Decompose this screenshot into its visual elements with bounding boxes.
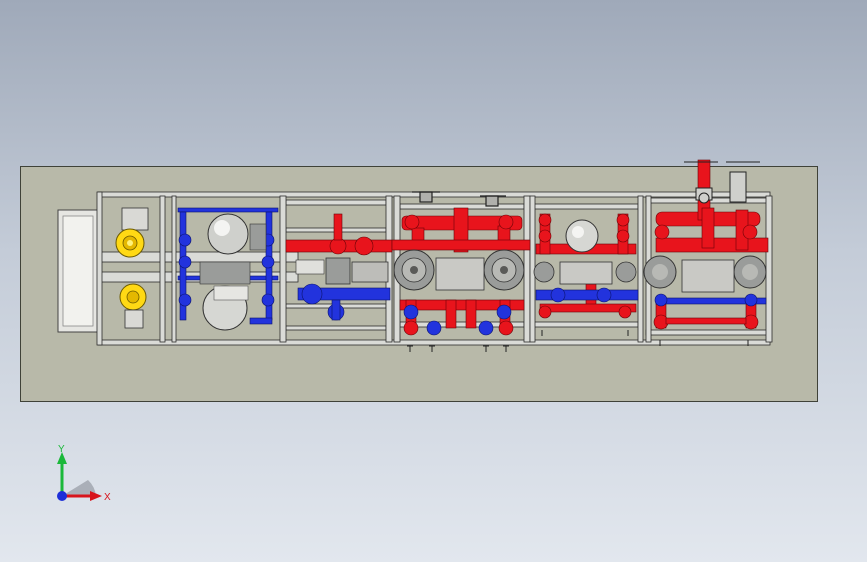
strainer-section3 (295, 257, 389, 285)
graphics-viewport[interactable]: Y X (0, 0, 867, 562)
cold-loop-section5 (535, 287, 639, 303)
main-pump-left (393, 249, 435, 291)
expansion-tank-top (207, 213, 249, 255)
pump-yellow-bottom (119, 283, 147, 329)
main-pump-right (483, 249, 525, 291)
cold-loop-section6 (654, 293, 767, 307)
pump-section6-left (643, 255, 677, 289)
expansion-tank-bottom (202, 285, 249, 331)
y-axis-label: Y (58, 444, 65, 455)
x-axis-label: X (104, 492, 111, 503)
pump-yellow-top (115, 207, 149, 258)
z-axis-dot (57, 491, 67, 501)
pump-section6-right (733, 255, 767, 289)
cold-header-section3 (297, 283, 391, 321)
motor-block-section6 (681, 259, 735, 293)
coordinate-triad-icon: Y X (57, 444, 111, 503)
piping-skid-model[interactable] (0, 0, 867, 562)
pump-motor-block (435, 257, 485, 291)
hot-header-section3 (285, 213, 393, 256)
